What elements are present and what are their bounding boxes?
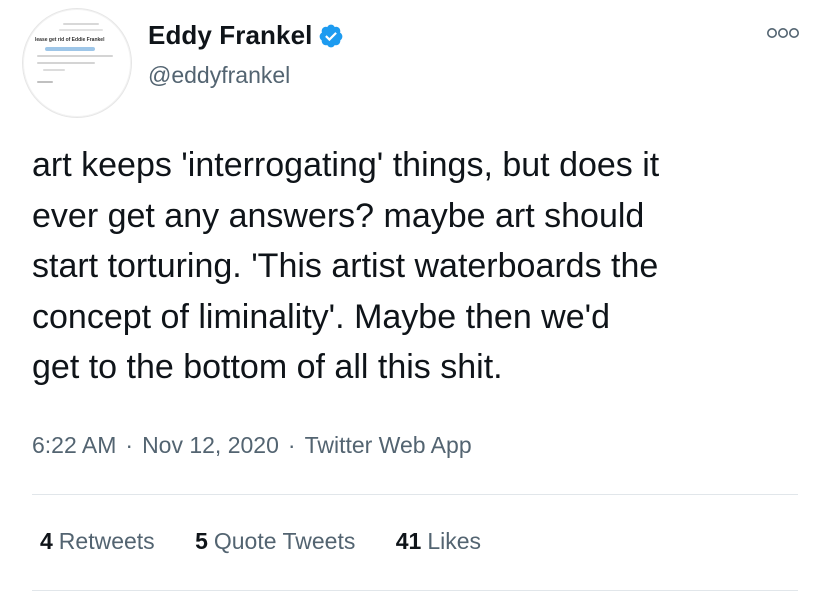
avatar[interactable]: lease get rid of Eddie Frankel — [22, 8, 132, 118]
meta-separator: · — [125, 432, 134, 458]
tweet-meta: 6:22 AM · Nov 12, 2020 · Twitter Web App — [32, 432, 472, 459]
tweet-date[interactable]: Nov 12, 2020 — [142, 432, 279, 459]
tweet-source[interactable]: Twitter Web App — [305, 432, 472, 459]
author-name-row: Eddy Frankel — [148, 20, 344, 51]
retweets-count: 4 — [40, 528, 53, 554]
author-handle[interactable]: @eddyfrankel — [148, 62, 290, 89]
quote-tweets-label: Quote Tweets — [213, 528, 356, 554]
tweet-time[interactable]: 6:22 AM — [32, 432, 116, 459]
meta-separator: · — [287, 432, 296, 458]
divider-bottom — [32, 590, 798, 591]
divider-top — [32, 494, 798, 495]
author-name[interactable]: Eddy Frankel — [148, 20, 312, 51]
quote-tweets-stat[interactable]: 5 Quote Tweets — [195, 528, 355, 555]
verified-badge-icon — [320, 24, 343, 47]
tweet-card: lease get rid of Eddie Frankel Eddy Fran… — [0, 0, 828, 596]
likes-label: Likes — [427, 528, 482, 554]
engagement-stats: 4 Retweets 5 Quote Tweets 41 Likes — [40, 528, 515, 555]
quote-tweets-count: 5 — [195, 528, 208, 554]
more-options-icon[interactable] — [766, 26, 800, 40]
avatar-heading: lease get rid of Eddie Frankel — [35, 37, 105, 43]
retweets-label: Retweets — [58, 528, 155, 554]
likes-stat[interactable]: 41 Likes — [396, 528, 481, 555]
likes-count: 41 — [395, 528, 422, 554]
retweets-stat[interactable]: 4 Retweets — [40, 528, 155, 555]
tweet-text: art keeps 'interrogating' things, but do… — [32, 146, 660, 386]
